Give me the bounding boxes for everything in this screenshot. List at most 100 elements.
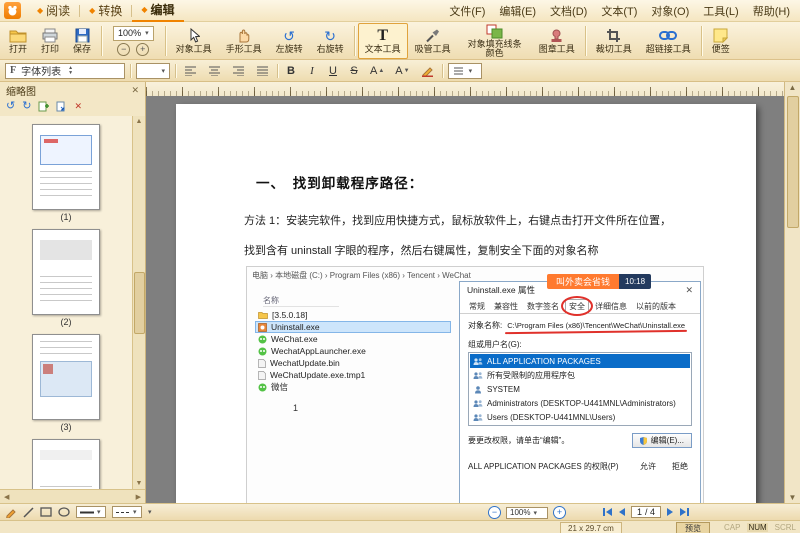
align-justify-button[interactable] xyxy=(253,63,272,79)
page-thumbnail-3[interactable]: (3) xyxy=(32,334,100,432)
eyedropper-tool-button[interactable]: 吸管工具 xyxy=(408,23,458,59)
mode-tab-edit[interactable]: ◆ 编辑 xyxy=(132,0,183,22)
scrollbar-thumb[interactable] xyxy=(134,272,145,334)
line-tool-icon[interactable] xyxy=(23,506,34,519)
text-tool-button[interactable]: T 文本工具 xyxy=(358,23,408,59)
align-center-button[interactable] xyxy=(205,63,224,79)
save-disk-icon xyxy=(75,27,90,44)
extract-page-icon[interactable] xyxy=(56,101,67,112)
rectangle-tool-icon[interactable] xyxy=(40,506,52,519)
mode-tab-read[interactable]: ◆ 阅读 xyxy=(28,0,79,21)
zoom-out-button[interactable]: − xyxy=(488,506,501,519)
line-style-select[interactable]: ▾ xyxy=(448,63,482,79)
page-number-box[interactable]: 1 / 4 xyxy=(631,506,661,518)
thumbnail-image[interactable] xyxy=(32,229,100,315)
thumbnail-image[interactable] xyxy=(32,334,100,420)
align-left-button[interactable] xyxy=(181,63,200,79)
previous-page-button[interactable] xyxy=(618,508,626,516)
page-thumbnail-1[interactable]: (1) xyxy=(32,124,100,222)
more-tools-icon[interactable]: ▾ xyxy=(148,508,152,516)
page-thumbnail-4[interactable] xyxy=(32,439,100,489)
menu-object[interactable]: 对象(O) xyxy=(651,3,689,19)
next-page-button[interactable] xyxy=(666,508,674,516)
user-name: ALL APPLICATION PACKAGES xyxy=(487,357,601,366)
menu-edit[interactable]: 编辑(E) xyxy=(499,3,536,19)
thumbnail-image[interactable] xyxy=(32,439,100,489)
scroll-down-icon[interactable]: ▼ xyxy=(136,480,143,487)
italic-button[interactable]: I xyxy=(304,63,320,79)
bold-button[interactable]: B xyxy=(283,63,299,79)
last-page-button[interactable] xyxy=(679,508,690,516)
pencil-color-icon xyxy=(421,64,434,77)
rotate-left-page-icon[interactable]: ↺ xyxy=(6,101,15,112)
app-logo[interactable] xyxy=(4,2,21,19)
rotate-left-button[interactable]: ↺ 左旋转 xyxy=(269,23,310,59)
rotate-right-button[interactable]: ↻ 右旋转 xyxy=(310,23,351,59)
zoom-out-icon[interactable]: − xyxy=(117,43,130,56)
scroll-up-icon[interactable]: ▲ xyxy=(785,83,800,92)
hyperlink-tool-button[interactable]: 超链接工具 xyxy=(639,23,698,59)
print-button[interactable]: 打印 xyxy=(34,23,66,59)
page-thumbnail-2[interactable]: (2) xyxy=(32,229,100,327)
scroll-up-icon[interactable]: ▲ xyxy=(136,118,143,125)
align-right-button[interactable] xyxy=(229,63,248,79)
zoom-control[interactable]: 100% ▾ − + xyxy=(105,26,162,56)
hand-tool-button[interactable]: 手形工具 xyxy=(219,23,269,59)
underline-button[interactable]: U xyxy=(325,63,341,79)
menu-document[interactable]: 文档(D) xyxy=(550,3,587,19)
scrollbar-thumb[interactable] xyxy=(787,96,799,228)
document-canvas[interactable]: 一、 找到卸载程序路径： 方法 1：安装完软件，找到应用快捷方式，鼠标放软件上，… xyxy=(146,96,785,503)
font-size-select[interactable]: ▾ xyxy=(136,63,170,79)
note-tool-button[interactable]: 便签 xyxy=(705,23,737,59)
menu-help[interactable]: 帮助(H) xyxy=(753,3,790,19)
scroll-right-icon[interactable]: ▶ xyxy=(136,493,141,501)
zoom-level-select[interactable]: 100% ▾ xyxy=(506,507,548,519)
stamp-tool-button[interactable]: 图章工具 xyxy=(532,23,582,59)
thumbnail-horizontal-scrollbar[interactable]: ◀ ▶ xyxy=(0,489,145,503)
wechat-app-icon xyxy=(258,383,267,392)
menu-file[interactable]: 文件(F) xyxy=(449,3,485,19)
menu-tools[interactable]: 工具(L) xyxy=(703,3,738,19)
preview-button[interactable]: 预览 xyxy=(676,522,710,533)
thumbnail-image[interactable] xyxy=(32,124,100,210)
save-button[interactable]: 保存 xyxy=(66,23,98,59)
insert-page-icon[interactable] xyxy=(38,101,49,112)
panel-header: 缩略图 ✕ xyxy=(0,82,145,98)
rotate-right-page-icon[interactable]: ↻ xyxy=(22,101,31,112)
zoom-value: 100% xyxy=(118,28,141,38)
font-family-select[interactable]: F 字体列表 ▲ ▼ xyxy=(5,63,125,79)
edit-hint: 要更改权限，请单击“编辑”。 xyxy=(468,435,569,446)
zoom-in-icon[interactable]: + xyxy=(136,43,149,56)
delete-page-icon[interactable]: ✕ xyxy=(74,101,82,112)
font-spinner[interactable]: ▲ ▼ xyxy=(68,66,73,76)
ellipse-tool-icon[interactable] xyxy=(58,506,70,519)
mode-tab-convert[interactable]: ◆ 转换 xyxy=(80,0,131,21)
document-vertical-scrollbar[interactable]: ▲ ▼ xyxy=(784,82,800,503)
text-color-button[interactable] xyxy=(418,63,437,79)
separator xyxy=(101,26,102,56)
pencil-tool-icon[interactable] xyxy=(5,506,17,519)
zoom-in-button[interactable]: + xyxy=(553,506,566,519)
panel-close-icon[interactable]: ✕ xyxy=(131,85,139,96)
line-width-select[interactable]: ▾ xyxy=(76,506,106,518)
first-page-button[interactable] xyxy=(602,508,613,516)
thumbnail-list: (1) (2) (3) xyxy=(0,116,132,489)
scroll-down-icon[interactable]: ▼ xyxy=(785,493,800,502)
thumbnail-vertical-scrollbar[interactable]: ▲ ▼ xyxy=(132,116,145,489)
subscript-button[interactable]: A▼ xyxy=(392,63,412,79)
tab-security: 安全 xyxy=(565,299,589,314)
object-tool-button[interactable]: 对象工具 xyxy=(169,23,219,59)
pdf-page[interactable]: 一、 找到卸载程序路径： 方法 1：安装完软件，找到应用快捷方式，鼠标放软件上，… xyxy=(176,104,756,503)
panel-toolbar: ↺ ↻ ✕ xyxy=(0,98,145,114)
menu-text[interactable]: 文本(T) xyxy=(601,3,637,19)
superscript-button[interactable]: A▲ xyxy=(367,63,387,79)
caps-lock-indicator: CAP xyxy=(724,523,740,532)
dash-style-select[interactable]: ▾ xyxy=(112,506,142,518)
strikethrough-button[interactable]: S xyxy=(346,63,362,79)
open-button[interactable]: 打开 xyxy=(2,23,34,59)
status-bar: 21 x 29.7 cm 预览 CAP NUM SCRL xyxy=(0,520,800,533)
crop-tool-button[interactable]: 裁切工具 xyxy=(589,23,639,59)
scroll-left-icon[interactable]: ◀ xyxy=(4,493,9,501)
zoom-select[interactable]: 100% ▾ xyxy=(113,26,154,41)
fill-stroke-color-button[interactable]: 对象填充线条颜色 xyxy=(458,23,532,59)
